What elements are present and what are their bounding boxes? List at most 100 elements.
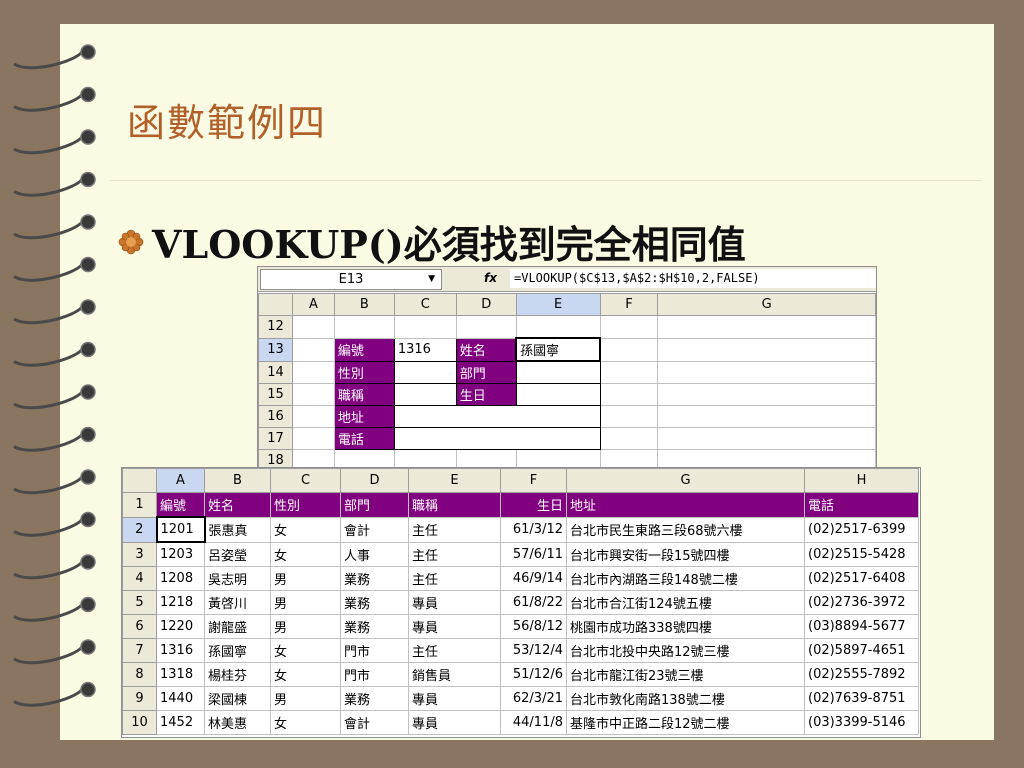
cell[interactable]: 主任 [408, 566, 501, 591]
column-header[interactable]: A [291, 293, 335, 316]
cell[interactable]: 楊桂芬 [204, 662, 271, 687]
cell[interactable]: (02)2515-5428 [804, 541, 919, 567]
formula-input[interactable]: =VLOOKUP($C$13,$A$2:$H$10,2,FALSE) [510, 269, 876, 288]
cell[interactable]: 台北市合江街124號五樓 [566, 590, 805, 615]
name-result-cell[interactable]: 孫國寧 [515, 337, 602, 362]
select-all-corner[interactable] [258, 293, 293, 316]
cell[interactable]: 門市 [340, 662, 409, 687]
cell[interactable]: 主任 [408, 541, 501, 567]
cell[interactable]: 1316 [156, 638, 205, 663]
cell[interactable]: 46/9/14 [500, 566, 567, 591]
cell[interactable]: (02)7639-8751 [804, 686, 919, 711]
label-phone[interactable]: 電話 [333, 427, 395, 450]
label-id[interactable]: 編號 [333, 337, 395, 362]
row-header[interactable]: 5 [122, 590, 157, 615]
cell[interactable]: 男 [270, 614, 341, 639]
gender-cell[interactable] [393, 360, 457, 384]
select-all-corner[interactable] [122, 468, 157, 493]
row-header[interactable]: 6 [122, 614, 157, 639]
row-header[interactable]: 7 [122, 638, 157, 663]
label-title[interactable]: 職稱 [333, 383, 395, 406]
cell[interactable]: 台北市內湖路三段148號二樓 [566, 566, 805, 591]
cell[interactable]: 主任 [408, 638, 501, 663]
cell[interactable]: 1208 [156, 566, 205, 591]
cell[interactable]: 男 [270, 566, 341, 591]
row-header[interactable]: 1 [122, 492, 157, 518]
field-header[interactable]: 姓名 [204, 492, 271, 518]
cell[interactable]: 女 [270, 638, 341, 663]
cell[interactable]: 1201 [155, 516, 206, 543]
cell[interactable] [291, 405, 335, 428]
row-header[interactable]: 15 [258, 383, 293, 406]
cell[interactable]: 台北市敦化南路138號二樓 [566, 686, 805, 711]
row-header[interactable]: 16 [258, 405, 293, 428]
row-header[interactable]: 14 [258, 360, 293, 384]
column-header[interactable]: C [270, 468, 341, 493]
field-header[interactable]: 電話 [804, 492, 919, 518]
column-header[interactable]: F [599, 293, 659, 316]
cell[interactable]: (03)8894-5677 [804, 614, 919, 639]
cell[interactable]: 基隆市中正路二段12號二樓 [566, 710, 805, 735]
cell[interactable] [515, 315, 601, 339]
label-gender[interactable]: 性別 [333, 360, 395, 384]
cell[interactable]: 梁國棟 [204, 686, 271, 711]
cell[interactable]: 44/11/8 [500, 710, 567, 735]
cell[interactable]: (02)2555-7892 [804, 662, 919, 687]
cell[interactable]: 黃啓川 [204, 590, 271, 615]
cell[interactable] [657, 360, 876, 384]
cell[interactable]: 業務 [340, 686, 409, 711]
cell[interactable] [333, 315, 395, 339]
column-header[interactable]: E [515, 293, 601, 316]
cell[interactable]: (02)2736-3972 [804, 590, 919, 615]
row-header[interactable]: 12 [258, 315, 293, 339]
field-header[interactable]: 編號 [156, 492, 205, 518]
cell[interactable]: 女 [270, 710, 341, 735]
cell[interactable]: (02)5897-4651 [804, 638, 919, 663]
column-header[interactable]: B [204, 468, 271, 493]
cell[interactable] [657, 337, 876, 362]
cell[interactable]: 1440 [156, 686, 205, 711]
cell[interactable] [599, 383, 659, 406]
cell[interactable] [657, 405, 876, 428]
cell[interactable]: 人事 [340, 541, 409, 567]
cell[interactable]: 1318 [156, 662, 205, 687]
cell[interactable]: 呂姿瑩 [204, 541, 271, 567]
cell[interactable]: 女 [270, 662, 341, 687]
cell[interactable] [599, 427, 659, 450]
row-header[interactable]: 3 [122, 541, 157, 567]
cell[interactable] [291, 315, 335, 339]
fx-icon[interactable]: fx [484, 269, 497, 288]
row-header[interactable]: 13 [258, 337, 293, 362]
cell[interactable]: 62/3/21 [500, 686, 567, 711]
cell[interactable]: 台北市民生東路三段68號六樓 [566, 516, 805, 543]
cell[interactable]: 業務 [340, 566, 409, 591]
cell[interactable] [657, 315, 876, 339]
cell[interactable]: 台北市龍江街23號三樓 [566, 662, 805, 687]
cell[interactable]: 業務 [340, 614, 409, 639]
field-header[interactable]: 部門 [340, 492, 409, 518]
cell[interactable] [599, 315, 659, 339]
title-cell[interactable] [393, 383, 457, 406]
cell[interactable]: 1452 [156, 710, 205, 735]
row-header[interactable]: 2 [122, 516, 157, 543]
address-cell[interactable] [393, 405, 601, 428]
cell[interactable] [291, 427, 335, 450]
cell[interactable]: 業務 [340, 590, 409, 615]
cell[interactable]: 1203 [156, 541, 205, 567]
label-name[interactable]: 姓名 [455, 337, 517, 362]
cell[interactable]: 孫國寧 [204, 638, 271, 663]
cell[interactable]: (02)2517-6399 [804, 516, 919, 543]
cell[interactable]: 門市 [340, 638, 409, 663]
cell[interactable]: (02)2517-6408 [804, 566, 919, 591]
cell[interactable]: 會計 [340, 710, 409, 735]
name-box[interactable]: E13 ▼ [260, 269, 442, 290]
field-header[interactable]: 地址 [566, 492, 805, 518]
cell[interactable]: 專員 [408, 710, 501, 735]
row-header[interactable]: 8 [122, 662, 157, 687]
cell[interactable] [599, 360, 659, 384]
cell[interactable]: 53/12/4 [500, 638, 567, 663]
column-header[interactable]: A [156, 468, 205, 493]
row-header[interactable]: 4 [122, 566, 157, 591]
label-birthday[interactable]: 生日 [455, 383, 517, 406]
column-header[interactable]: E [408, 468, 501, 493]
